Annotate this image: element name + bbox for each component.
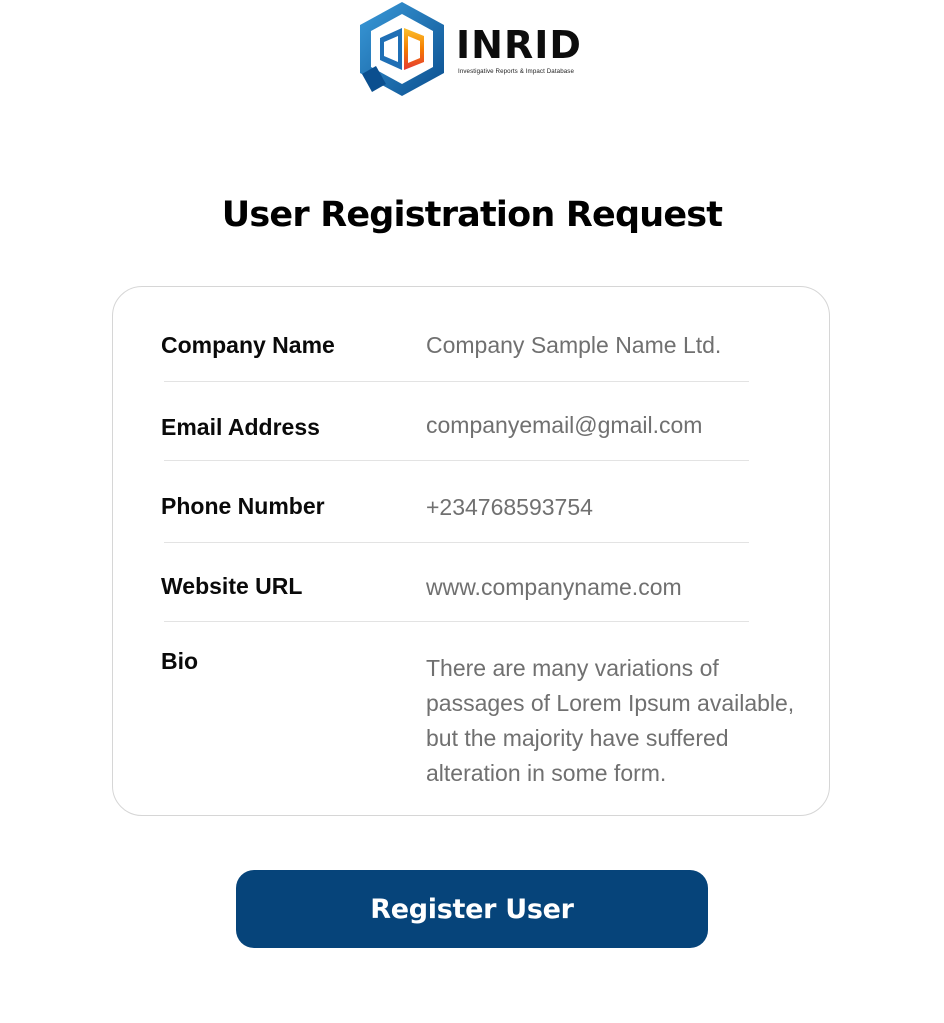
row-divider [164, 460, 749, 461]
inrid-hexagon-logo-icon [360, 2, 444, 96]
row-divider [164, 542, 749, 543]
row-divider [164, 381, 749, 382]
company-name-label: Company Name [161, 332, 335, 358]
website-url-label: Website URL [161, 573, 303, 599]
brand-tagline: Investigative Reports & Impact Database [458, 68, 575, 75]
email-address-value: companyemail@gmail.com [426, 412, 703, 438]
bio-label: Bio [161, 648, 199, 674]
bio-value: There are many variations of passages of… [426, 655, 795, 786]
brand-name: INRID [456, 23, 582, 67]
phone-number-label: Phone Number [161, 493, 325, 519]
email-address-label: Email Address [161, 414, 320, 440]
website-url-value: www.companyname.com [426, 574, 682, 600]
page-title: User Registration Request [221, 195, 723, 235]
phone-number-value: +234768593754 [426, 494, 593, 520]
brand-logo: INRID Investigative Reports & Impact Dat… [356, 0, 588, 98]
register-user-button[interactable]: Register User [236, 870, 708, 948]
registration-details-card: Company Name Company Sample Name Ltd. Em… [112, 286, 830, 816]
company-name-value: Company Sample Name Ltd. [426, 332, 722, 358]
row-divider [164, 621, 749, 622]
